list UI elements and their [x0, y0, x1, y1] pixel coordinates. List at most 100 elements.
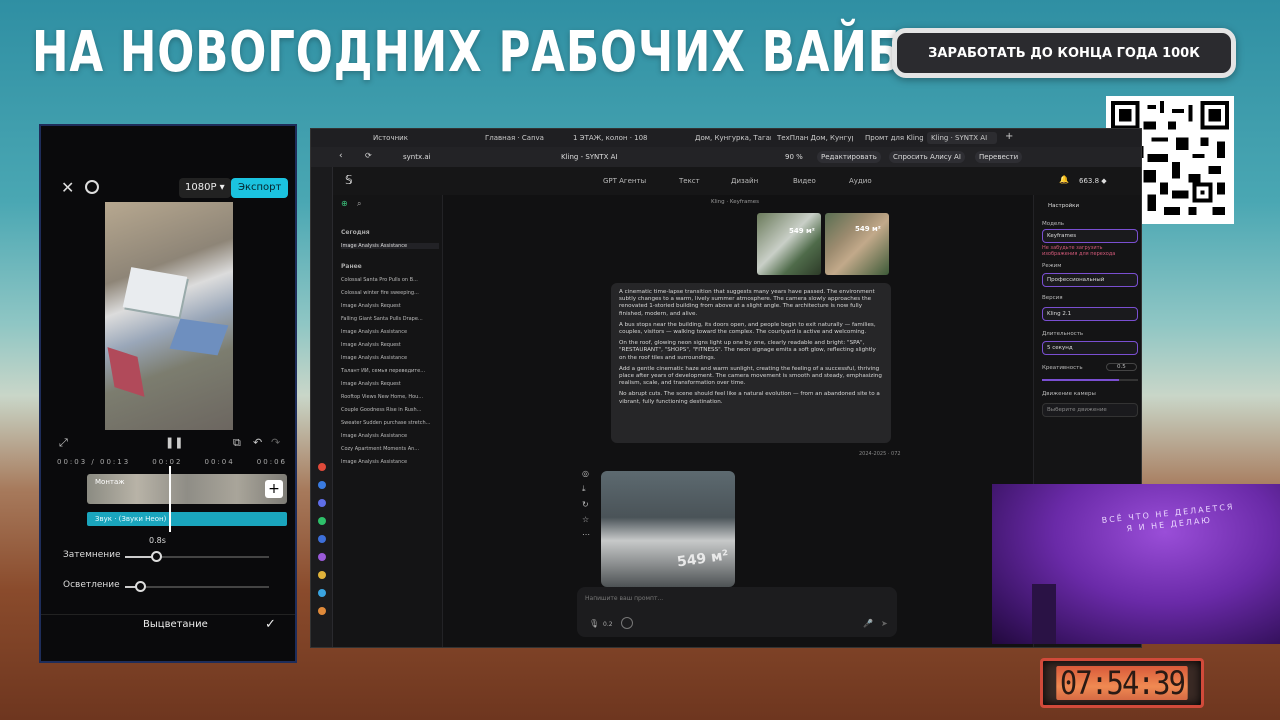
star-icon[interactable]: ☆ [582, 515, 594, 524]
redo-icon[interactable]: ↷ [271, 436, 280, 449]
history-item[interactable]: Image Analysis Assistance [341, 433, 439, 439]
history-item[interactable]: Талант ИИ, семья переведите... [341, 368, 439, 374]
camera-select[interactable]: Выберите движение [1042, 403, 1138, 417]
timer-value: 07:54:39 [1056, 666, 1188, 700]
app-icon[interactable] [318, 517, 326, 525]
prompt-message: A cinematic time-lapse transition that s… [611, 283, 891, 443]
openai-icon[interactable]: ◎ [582, 469, 594, 478]
resolution-select[interactable]: 1080P ▾ [179, 178, 231, 198]
search-icon[interactable]: ⌕ [357, 199, 361, 209]
refresh-icon[interactable]: ⟳ [365, 151, 372, 160]
prompt-input[interactable]: Напишите ваш промпт... 🎙 0.2 🎤 ➤ [577, 587, 897, 637]
history-item[interactable]: Rooftop Views New Home, Hou... [341, 394, 439, 400]
history-item[interactable]: Image Analysis Assistance [341, 329, 439, 335]
history-sidebar: ⊕ ⌕ Сегодня Image Analysis Assistance Ра… [333, 195, 443, 647]
time-current: 00:03 [57, 458, 88, 466]
tab[interactable]: Главная · Canva [481, 132, 549, 144]
tab[interactable]: ТехПлан Дом, Кунгур [773, 132, 853, 144]
app-icon[interactable] [318, 571, 326, 579]
history-item[interactable]: Colossal winter fire sweeping... [341, 290, 439, 296]
app-icon[interactable] [318, 499, 326, 507]
version-select[interactable]: Kling 2.1 [1042, 307, 1138, 321]
bell-icon[interactable]: 🔔 [1059, 175, 1069, 184]
back-icon[interactable]: ‹ [339, 151, 343, 161]
lock-icon[interactable] [621, 617, 633, 629]
fade-in-label: Затемнение [63, 550, 121, 560]
check-icon[interactable]: ✓ [265, 617, 276, 632]
history-item[interactable]: Falling Giant Santa Pulls Drape... [341, 316, 439, 322]
tab-active[interactable]: Kling · SYNTX AI [927, 132, 997, 144]
duration-label: Длительность [1042, 331, 1084, 337]
search-icon[interactable] [85, 180, 99, 194]
history-item[interactable]: Image Analysis Assistance [341, 243, 439, 249]
browser-sidebar [311, 167, 333, 647]
nav-audio[interactable]: Аудио [849, 177, 872, 185]
translate-button[interactable]: Перевести [975, 151, 1023, 163]
fullscreen-icon[interactable]: ⤢ [59, 436, 68, 450]
mic-icon[interactable]: 🎤 [863, 619, 873, 628]
creativity-value: 0.5 [1106, 363, 1137, 371]
new-tab-icon[interactable]: + [1005, 131, 1013, 142]
video-preview[interactable] [105, 202, 233, 430]
download-icon[interactable]: ⤓ [582, 484, 594, 494]
app-icon[interactable] [318, 535, 326, 543]
keyframe-image[interactable]: 549 м² [825, 213, 889, 275]
tab[interactable]: Дом, Кунгурка, Тагам [691, 132, 771, 144]
app-icon[interactable] [318, 589, 326, 597]
history-item[interactable]: Sweater Sudden purchase stretch... [341, 420, 439, 426]
history-item[interactable]: Colossal Santa Pro Pulls on B... [341, 277, 439, 283]
history-item[interactable]: Couple Goodness Rise in Rush... [341, 407, 439, 413]
ask-alice-button[interactable]: Спросить Алису AI [889, 151, 965, 163]
nav-gpt[interactable]: GPT Агенты [603, 177, 646, 185]
history-item[interactable]: Cozy Apartment Moments An... [341, 446, 439, 452]
prompt-placeholder: Напишите ваш промпт... [585, 595, 664, 602]
app-icon[interactable] [318, 553, 326, 561]
timeline[interactable]: Монтаж Звук · (Звуки Неон) + [51, 466, 291, 556]
history-item[interactable]: Image Analysis Assistance [341, 459, 439, 465]
add-clip-button[interactable]: + [265, 480, 283, 498]
app-icon[interactable] [318, 607, 326, 615]
history-item[interactable]: Image Analysis Request [341, 342, 439, 348]
keyframe-image[interactable]: 549 м² [757, 213, 821, 275]
history-item[interactable]: Image Analysis Assistance [341, 355, 439, 361]
nav-text[interactable]: Текст [679, 177, 700, 185]
playhead[interactable] [169, 466, 171, 532]
refresh-icon[interactable]: ↻ [582, 500, 594, 509]
nav-video[interactable]: Видео [793, 177, 816, 185]
attach-icon[interactable]: 🎙 [589, 619, 599, 628]
nav-design[interactable]: Дизайн [731, 177, 758, 185]
more-icon[interactable]: ⋯ [582, 530, 594, 539]
pause-icon[interactable]: ❚❚ [165, 436, 183, 449]
url-field[interactable]: syntx.ai [403, 153, 431, 161]
export-button[interactable]: Экспорт [231, 178, 289, 198]
app-icon[interactable] [318, 463, 326, 471]
tab[interactable]: Промт для Kling [861, 132, 923, 144]
time-tick: 00:04 [204, 458, 235, 466]
new-chat-icon[interactable]: ⊕ [341, 199, 348, 208]
tab[interactable]: 1 ЭТАЖ, колон · 1080 [569, 132, 647, 144]
app-icon[interactable] [318, 481, 326, 489]
send-icon[interactable]: ➤ [881, 619, 888, 628]
copy-icon[interactable]: ⧉ [233, 436, 241, 450]
syntx-logo-icon[interactable]: 𝕊 [345, 173, 353, 187]
earn-button[interactable]: ЗАРАБОТАТЬ ДО КОНЦА ГОДА 100К [892, 28, 1236, 78]
creativity-slider[interactable] [1042, 379, 1138, 381]
time-tick: 00:02 [152, 458, 183, 466]
history-item[interactable]: Image Analysis Request [341, 303, 439, 309]
close-icon[interactable]: ✕ [61, 178, 74, 197]
fade-in-slider[interactable]: Затемнение 0.8s [63, 536, 283, 566]
undo-icon[interactable]: ↶ [253, 436, 262, 449]
model-select[interactable]: Keyframes [1042, 229, 1138, 243]
fade-out-slider[interactable]: Осветление [63, 578, 283, 596]
camera-label: Движение камеры [1042, 391, 1096, 397]
zoom-level[interactable]: 90 % [785, 153, 803, 161]
video-actions: ◎ ⤓ ↻ ☆ ⋯ [582, 469, 594, 539]
fade-out-knob[interactable] [135, 581, 146, 592]
fade-in-knob[interactable] [151, 551, 162, 562]
duration-select[interactable]: 5 секунд [1042, 341, 1138, 355]
mode-select[interactable]: Профессиональный [1042, 273, 1138, 287]
tab[interactable]: Источник [369, 132, 419, 144]
generated-video[interactable]: 549 м² [601, 471, 735, 587]
history-item[interactable]: Image Analysis Request [341, 381, 439, 387]
edit-button[interactable]: Редактировать [817, 151, 881, 163]
